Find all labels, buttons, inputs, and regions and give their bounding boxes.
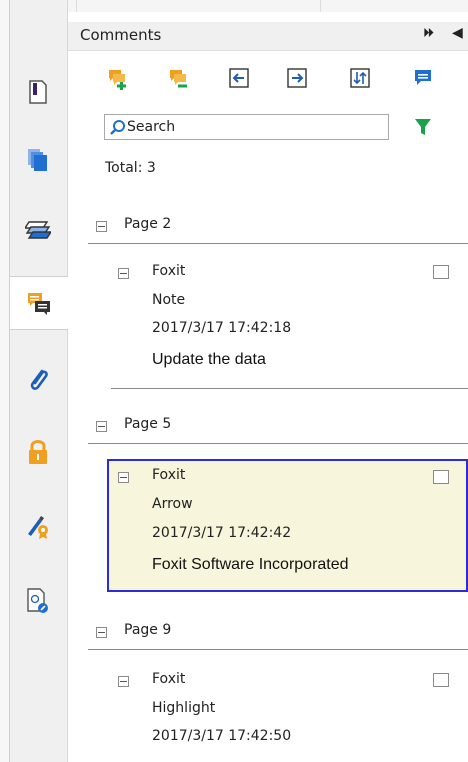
certificate-button[interactable] — [10, 575, 66, 627]
comment-type: Arrow — [152, 496, 193, 512]
comment-expander[interactable] — [118, 268, 129, 279]
digital-signature-button[interactable] — [10, 500, 66, 552]
page-label: Page 5 — [124, 416, 172, 432]
comment-text: Update the data — [152, 351, 266, 368]
digital-signature-icon — [28, 516, 48, 539]
comment-divider — [111, 388, 468, 389]
search-input[interactable]: Search — [104, 114, 389, 140]
expand-all-icon — [109, 70, 126, 90]
pin-panel-button[interactable]: ⏵⏵ — [423, 26, 434, 41]
certificate-icon — [27, 588, 48, 613]
panel-title: Comments — [80, 26, 162, 44]
attachments-icon — [30, 369, 48, 390]
layers-icon — [25, 221, 51, 239]
search-placeholder: Search — [127, 119, 176, 135]
group-divider — [88, 443, 468, 444]
comment-checkbox[interactable] — [433, 265, 449, 279]
comment-type: Note — [152, 292, 186, 308]
page-expander[interactable] — [96, 627, 107, 638]
comments-panel-icon — [28, 293, 50, 315]
copy-pages-button[interactable] — [10, 134, 66, 186]
security-lock-icon — [29, 440, 47, 464]
comment-type: Highlight — [152, 700, 216, 716]
collapse-all-button[interactable] — [168, 68, 190, 88]
comment-item[interactable]: Foxit Highlight 2017/3/17 17:42:50 — [107, 663, 468, 762]
layers-button[interactable] — [10, 202, 66, 254]
comment-timestamp: 2017/3/17 17:42:50 — [152, 728, 292, 744]
comment-expander[interactable] — [118, 472, 129, 483]
comment-item-selected[interactable]: Foxit Arrow 2017/3/17 17:42:42 Foxit Sof… — [107, 459, 468, 592]
comment-timestamp: 2017/3/17 17:42:42 — [152, 525, 292, 541]
top-divider — [76, 0, 77, 12]
sort-icon — [350, 68, 370, 88]
comment-checkbox[interactable] — [433, 470, 449, 484]
left-navigation-rail — [0, 0, 68, 762]
page-thumbnail-icon — [29, 80, 47, 104]
total-count: Total: 3 — [105, 160, 156, 176]
comment-author: Foxit — [152, 467, 186, 483]
add-comment-button[interactable] — [413, 68, 435, 88]
rail-outer-edge — [0, 0, 10, 762]
comment-text: Foxit Software Incorporated — [152, 556, 349, 573]
page-label: Page 2 — [124, 216, 172, 232]
sort-button[interactable] — [350, 68, 372, 88]
page-expander[interactable] — [96, 421, 107, 432]
next-comment-button[interactable] — [287, 68, 309, 88]
comments-panel-button[interactable] — [10, 276, 68, 330]
comment-author: Foxit — [152, 671, 186, 687]
previous-comment-icon — [229, 68, 249, 88]
top-strip — [0, 0, 468, 12]
collapse-panel-button[interactable]: ◀ — [452, 25, 463, 41]
next-comment-icon — [287, 68, 307, 88]
group-divider — [88, 649, 468, 650]
comment-item[interactable]: Foxit Note 2017/3/17 17:42:18 Update the… — [107, 255, 468, 383]
copy-pages-icon — [28, 149, 47, 171]
filter-icon[interactable] — [414, 117, 432, 137]
page-expander[interactable] — [96, 221, 107, 232]
collapse-all-icon — [170, 70, 187, 88]
comment-expander[interactable] — [118, 676, 129, 687]
search-icon — [110, 120, 125, 135]
top-divider — [320, 0, 321, 12]
comments-panel-header: Comments ⏵⏵ ◀ — [68, 22, 468, 51]
comment-checkbox[interactable] — [433, 673, 449, 687]
comment-author: Foxit — [152, 263, 186, 279]
security-button[interactable] — [10, 426, 66, 478]
comment-icon — [415, 70, 431, 85]
page-label: Page 9 — [124, 622, 172, 638]
attachments-button[interactable] — [10, 354, 66, 406]
group-divider — [88, 243, 468, 244]
expand-all-button[interactable] — [107, 68, 129, 90]
comment-timestamp: 2017/3/17 17:42:18 — [152, 320, 292, 336]
previous-comment-button[interactable] — [229, 68, 251, 88]
page-thumbnail-button[interactable] — [10, 66, 66, 118]
